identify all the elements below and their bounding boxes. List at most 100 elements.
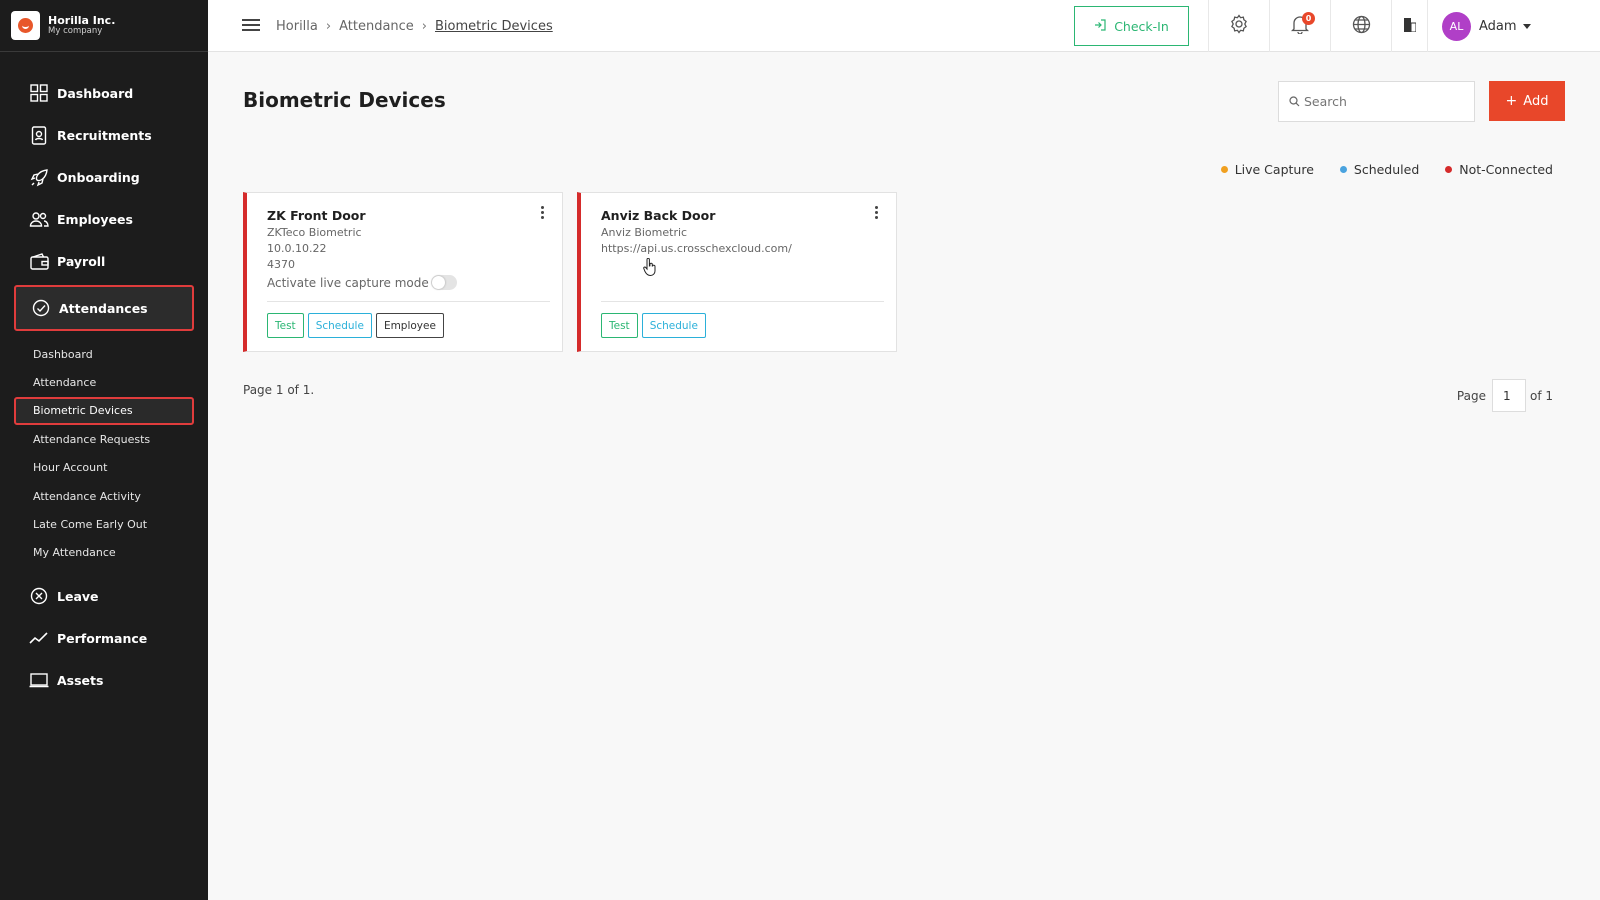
user-name: Adam xyxy=(1479,18,1517,34)
submenu-item-my-attendance[interactable]: My Attendance xyxy=(0,539,208,567)
device-card: ZK Front Door ZKTeco Biometric 10.0.10.2… xyxy=(243,192,563,352)
sidebar-item-label: Recruitments xyxy=(57,127,152,143)
device-port: 4370 xyxy=(267,258,295,271)
horilla-logo-icon xyxy=(11,11,40,40)
pager-label: Page xyxy=(1456,388,1486,403)
live-capture-label: Activate live capture mode xyxy=(267,275,429,290)
breadcrumb-item-attendance[interactable]: Attendance xyxy=(339,19,414,34)
live-capture-toggle[interactable] xyxy=(430,275,457,290)
user-menu[interactable]: AL Adam xyxy=(1427,0,1531,52)
check-in-label: Check-In xyxy=(1114,18,1169,34)
gear-icon xyxy=(1229,14,1249,38)
sidebar-item-label: Dashboard xyxy=(57,85,134,101)
page-title: Biometric Devices xyxy=(243,88,446,112)
avatar: AL xyxy=(1442,11,1471,41)
status-dot-icon xyxy=(1339,166,1347,173)
sidebar-item-label: Assets xyxy=(57,672,104,688)
submenu-item-attendance-requests[interactable]: Attendance Requests xyxy=(0,425,208,453)
attendance-submenu: Dashboard Attendance Biometric Devices A… xyxy=(0,334,208,575)
legend-not-connected[interactable]: Not-Connected xyxy=(1445,162,1553,177)
test-button[interactable]: Test xyxy=(267,313,304,338)
submenu-item-hour-account[interactable]: Hour Account xyxy=(0,454,208,482)
pager-total: of 1 xyxy=(1529,388,1553,403)
sidebar-item-attendances[interactable]: Attendances xyxy=(14,285,194,331)
schedule-button[interactable]: Schedule xyxy=(641,313,706,338)
breadcrumb-item-horilla[interactable]: Horilla xyxy=(276,19,318,34)
status-dot-icon xyxy=(1220,166,1228,173)
check-circle-icon xyxy=(31,298,51,318)
sidebar-item-leave[interactable]: Leave xyxy=(0,575,208,617)
sidebar-item-employees[interactable]: Employees xyxy=(0,198,208,240)
sidebar-item-performance[interactable]: Performance xyxy=(0,617,208,659)
search-box[interactable] xyxy=(1278,81,1475,122)
brand[interactable]: Horilla Inc. My company xyxy=(0,0,208,52)
building-icon xyxy=(1403,17,1416,36)
id-badge-icon xyxy=(29,125,49,145)
divider xyxy=(601,301,884,302)
check-in-button[interactable]: Check-In xyxy=(1074,6,1189,46)
wallet-icon xyxy=(29,251,49,271)
main-nav: Dashboard Recruitments Onboarding Employ… xyxy=(0,72,208,701)
add-button[interactable]: + Add xyxy=(1489,81,1565,121)
legend-live-capture[interactable]: Live Capture xyxy=(1220,162,1314,177)
company-subtitle: My company xyxy=(48,25,103,36)
device-ip: 10.0.10.22 xyxy=(267,242,327,255)
breadcrumb-item-current[interactable]: Biometric Devices xyxy=(435,19,553,34)
globe-icon xyxy=(1352,15,1371,38)
device-name: Anviz Back Door xyxy=(601,208,716,223)
sidebar-item-recruitments[interactable]: Recruitments xyxy=(0,114,208,156)
legend-label: Live Capture xyxy=(1234,162,1314,177)
schedule-button[interactable]: Schedule xyxy=(307,313,372,338)
sidebar: Horilla Inc. My company Dashboard Recrui… xyxy=(0,0,208,900)
submenu-item-late-come-early-out[interactable]: Late Come Early Out xyxy=(0,510,208,538)
hand-pointer-cursor-icon xyxy=(643,257,657,280)
sidebar-item-label: Employees xyxy=(57,211,133,227)
submenu-item-attendance-activity[interactable]: Attendance Activity xyxy=(0,482,208,510)
search-icon xyxy=(1289,92,1300,111)
breadcrumb: Horilla › Attendance › Biometric Devices xyxy=(276,0,553,52)
test-button[interactable]: Test xyxy=(601,313,638,338)
sidebar-item-dashboard[interactable]: Dashboard xyxy=(0,72,208,114)
page-number-input[interactable] xyxy=(1491,379,1526,412)
sidebar-item-payroll[interactable]: Payroll xyxy=(0,240,208,282)
sidebar-item-onboarding[interactable]: Onboarding xyxy=(0,156,208,198)
x-circle-icon xyxy=(29,586,49,606)
device-type: ZKTeco Biometric xyxy=(267,226,362,239)
legend-label: Scheduled xyxy=(1353,162,1420,177)
people-icon xyxy=(29,209,49,229)
chevron-right-icon: › xyxy=(421,18,427,34)
more-options-icon[interactable] xyxy=(536,205,548,221)
search-input[interactable] xyxy=(1304,94,1464,109)
submenu-item-biometric-devices[interactable]: Biometric Devices xyxy=(14,396,194,426)
notification-count-badge: 0 xyxy=(1302,12,1315,25)
settings-button[interactable] xyxy=(1208,0,1269,52)
sign-in-icon xyxy=(1094,18,1106,34)
legend-scheduled[interactable]: Scheduled xyxy=(1339,162,1420,177)
sidebar-item-label: Performance xyxy=(57,630,148,646)
status-legend: Live Capture Scheduled Not-Connected xyxy=(1195,162,1553,177)
employee-button[interactable]: Employee xyxy=(375,313,444,338)
pagination: Page of 1 xyxy=(1457,379,1553,412)
company-switch-button[interactable] xyxy=(1391,0,1427,52)
caret-down-icon xyxy=(1522,23,1531,29)
submenu-item-dashboard[interactable]: Dashboard xyxy=(0,340,208,368)
top-bar: Horilla › Attendance › Biometric Devices… xyxy=(208,0,1600,52)
legend-label: Not-Connected xyxy=(1459,162,1553,177)
plus-icon: + xyxy=(1505,93,1518,109)
sidebar-item-assets[interactable]: Assets xyxy=(0,659,208,701)
rocket-icon xyxy=(29,167,49,187)
notifications-button[interactable]: 0 xyxy=(1269,0,1330,52)
submenu-item-attendance[interactable]: Attendance xyxy=(0,368,208,396)
more-options-icon[interactable] xyxy=(870,205,882,221)
laptop-icon xyxy=(29,670,49,690)
sidebar-item-label: Attendances xyxy=(59,300,148,316)
device-name: ZK Front Door xyxy=(267,208,366,223)
sidebar-item-label: Onboarding xyxy=(57,169,140,185)
hamburger-menu-icon[interactable] xyxy=(242,16,260,34)
device-card: Anviz Back Door Anviz Biometric https://… xyxy=(577,192,897,352)
page-info: Page 1 of 1. xyxy=(243,383,315,397)
chevron-right-icon: › xyxy=(325,18,332,34)
trend-icon xyxy=(29,628,49,648)
sidebar-item-label: Leave xyxy=(57,588,99,604)
language-button[interactable] xyxy=(1330,0,1391,52)
